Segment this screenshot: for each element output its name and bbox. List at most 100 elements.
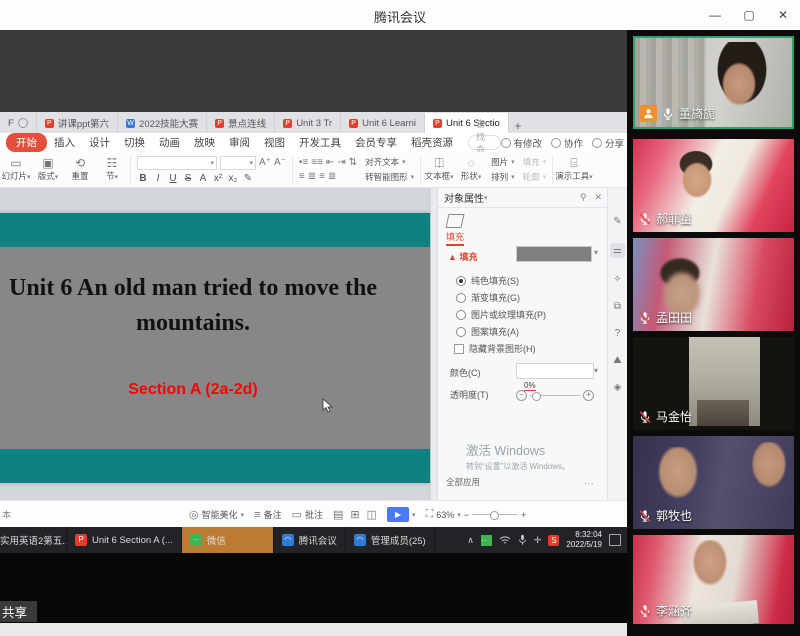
taskbar-item-wps[interactable]: P Unit 6 Section A (...: [67, 527, 182, 553]
microphone-tray-icon[interactable]: [518, 534, 527, 546]
new-tab-button[interactable]: +: [509, 119, 527, 133]
command-search-input[interactable]: 查找命令...: [468, 135, 501, 150]
fit-slide-icon[interactable]: ⛶: [426, 508, 434, 521]
image-panel-icon[interactable]: ⛰: [613, 355, 621, 366]
participant-video-4[interactable]: 马金怡: [633, 337, 794, 430]
modified-status[interactable]: 有修改: [501, 136, 543, 150]
bullet-list-icon[interactable]: •≡: [299, 157, 308, 168]
layout-button[interactable]: ▣ 版式▾: [32, 152, 64, 187]
gradient-fill-option[interactable]: 渐变填充(G): [456, 291, 520, 304]
menu-templates[interactable]: 稻壳资源: [404, 134, 460, 151]
menu-home[interactable]: 开始: [6, 133, 47, 152]
notes-button[interactable]: ≡ 备注: [254, 508, 281, 521]
align-right-icon[interactable]: ≡: [319, 171, 325, 182]
bold-button[interactable]: B: [137, 173, 149, 184]
taskbar-item-wechat[interactable]: ·· 微信: [182, 527, 274, 553]
align-text-button[interactable]: 对齐文本 ▾: [365, 156, 414, 168]
font-color-button[interactable]: A: [197, 173, 209, 184]
chevron-down-icon[interactable]: ▾: [594, 366, 598, 375]
layout-panel-icon[interactable]: ⧉: [614, 301, 621, 312]
increase-font-icon[interactable]: A⁺: [259, 157, 271, 168]
menu-member[interactable]: 会员专享: [348, 134, 404, 151]
slider-knob[interactable]: [532, 392, 541, 401]
slider-minus-icon[interactable]: −: [516, 390, 527, 401]
effects-icon[interactable]: ✧: [613, 274, 621, 285]
tray-expand-icon[interactable]: ∧: [467, 535, 474, 546]
menu-insert[interactable]: 插入: [47, 134, 82, 151]
menu-review[interactable]: 审阅: [222, 134, 257, 151]
smart-beautify-button[interactable]: ◎ 智能美化 ▾: [189, 508, 244, 521]
wechat-tray-icon[interactable]: ··: [481, 535, 492, 546]
document-tab-4[interactable]: P Unit 3 Tr: [275, 113, 341, 133]
maximize-button[interactable]: ▢: [732, 0, 766, 30]
menu-design[interactable]: 设计: [82, 134, 117, 151]
share-button[interactable]: 分享: [592, 136, 624, 150]
taskbar-item-english[interactable]: 实用英语2第五...: [0, 527, 67, 553]
resource-icon[interactable]: ◈: [614, 382, 622, 393]
chevron-down-icon[interactable]: ▾: [594, 248, 598, 257]
decrease-font-icon[interactable]: A⁻: [274, 157, 286, 168]
slide-sorter-icon[interactable]: ⊞: [350, 508, 359, 521]
align-center-icon[interactable]: ≣: [308, 171, 316, 182]
normal-view-icon[interactable]: ▤: [333, 508, 343, 521]
menu-transition[interactable]: 切换: [117, 134, 152, 151]
highlight-button[interactable]: ✎: [242, 173, 254, 184]
play-slideshow-button[interactable]: ▶ ▾: [387, 507, 416, 522]
document-tab-2[interactable]: W 2022技能大赛: [118, 113, 207, 133]
picture-fill-option[interactable]: 图片或纹理填充(P): [456, 308, 546, 321]
numbered-list-icon[interactable]: ≡≡: [311, 157, 323, 168]
comments-button[interactable]: ▭ 批注: [292, 508, 323, 521]
reading-view-icon[interactable]: ◫: [367, 508, 377, 521]
taskbar-clock[interactable]: 8:32:04 2022/5/19: [566, 530, 602, 550]
textbox-button[interactable]: ⎅ 文本框▾: [423, 152, 455, 187]
notification-center-icon[interactable]: [609, 534, 621, 546]
zoom-level[interactable]: 63%: [436, 510, 454, 520]
document-tab-active[interactable]: P Unit 6 Sectio: [425, 113, 509, 133]
move-tool-icon[interactable]: ✛: [534, 535, 542, 546]
zoom-out-button[interactable]: −: [464, 510, 469, 520]
help-icon[interactable]: ?: [615, 328, 621, 339]
slide-subtitle-text[interactable]: Section A (2a-2d): [0, 381, 430, 399]
slider-plus-icon[interactable]: +: [583, 390, 594, 401]
participant-video-1[interactable]: 董旖旎: [633, 36, 794, 129]
shape-button[interactable]: ◌ 形状▾: [455, 152, 487, 187]
solid-fill-option[interactable]: 纯色填充(S): [456, 274, 519, 287]
align-left-icon[interactable]: ≡: [299, 171, 305, 182]
menu-view[interactable]: 视图: [257, 134, 292, 151]
line-spacing-icon[interactable]: ⇅: [349, 157, 357, 168]
pin-icon[interactable]: ⚲: [580, 192, 587, 203]
participant-video-6[interactable]: 李涵齐: [633, 535, 794, 624]
new-slide-button[interactable]: ▭ 幻灯片▾: [0, 152, 32, 187]
superscript-button[interactable]: x²: [212, 173, 224, 184]
zoom-slider-knob[interactable]: [490, 511, 499, 520]
format-brush-icon[interactable]: ✎: [613, 216, 621, 227]
outline-button[interactable]: 轮廓 ▾: [523, 171, 547, 183]
more-options[interactable]: ...: [584, 476, 595, 486]
increase-indent-icon[interactable]: ⇥: [337, 157, 345, 168]
hide-background-option[interactable]: 隐藏背景图形(H): [454, 342, 536, 355]
taskbar-item-meeting[interactable]: ◠ 腾讯会议: [274, 527, 346, 553]
picture-button[interactable]: 图片 ▾: [491, 156, 515, 168]
close-button[interactable]: ✕: [766, 0, 800, 30]
tab-close-icon[interactable]: [18, 118, 28, 128]
fill-color-swatch[interactable]: [516, 246, 592, 262]
reset-button[interactable]: ⟲ 重置: [64, 152, 96, 187]
italic-button[interactable]: I: [152, 173, 164, 184]
transparency-slider[interactable]: − +: [516, 390, 594, 401]
justify-icon[interactable]: ≣: [328, 171, 336, 182]
menu-animation[interactable]: 动画: [152, 134, 187, 151]
fill-tab[interactable]: 填充: [446, 214, 464, 246]
decrease-indent-icon[interactable]: ⇤: [326, 157, 334, 168]
menu-devtools[interactable]: 开发工具: [292, 134, 348, 151]
underline-button[interactable]: U: [167, 173, 179, 184]
fill-section-header[interactable]: ▲ 填充: [448, 250, 477, 263]
slider-track[interactable]: [530, 395, 580, 396]
slide-canvas[interactable]: Unit 6 An old man tried to move the moun…: [0, 213, 430, 483]
taskbar-item-members[interactable]: ◠ 管理成员(25): [346, 527, 435, 553]
arrange-button[interactable]: 排列 ▾: [491, 171, 515, 183]
font-name-select[interactable]: ▾: [137, 156, 217, 170]
fill-button[interactable]: 填充 ▾: [523, 156, 547, 168]
document-tab-1[interactable]: P 讲课ppt第六: [37, 113, 118, 133]
chevron-down-icon[interactable]: ▾: [484, 194, 488, 202]
section-button[interactable]: ☷ 节▾: [96, 152, 128, 187]
